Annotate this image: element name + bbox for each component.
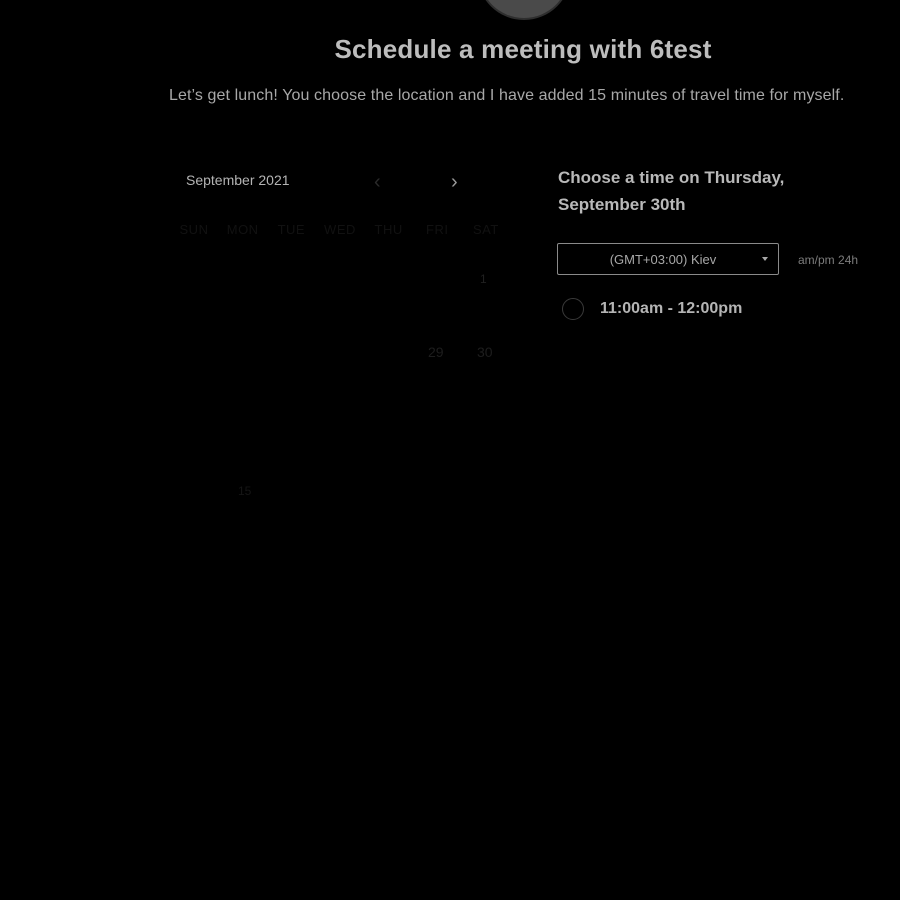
calendar-day[interactable]: 29 <box>428 344 444 360</box>
weekday-label: MON <box>226 222 259 237</box>
time-format-toggle: am/pm 24h <box>798 253 858 267</box>
calendar-day[interactable]: 15 <box>238 484 251 498</box>
format-ampm-option[interactable]: am/pm <box>798 253 835 267</box>
chevron-left-icon[interactable]: ‹ <box>374 172 381 192</box>
weekday-label: SUN <box>179 222 209 237</box>
calendar-month-label: September 2021 <box>186 172 290 188</box>
weekday-label: SAT <box>473 222 499 237</box>
weekday-label: TUE <box>277 222 306 237</box>
page-title: Schedule a meeting with 6test <box>334 34 712 64</box>
time-slot-option[interactable]: 11:00am - 12:00pm <box>562 298 742 320</box>
calendar-day[interactable]: 1 <box>480 272 487 286</box>
timezone-select[interactable]: (GMT+03:00) Kiev <box>557 243 779 275</box>
format-24h-option[interactable]: 24h <box>838 253 858 267</box>
avatar <box>479 0 569 18</box>
page-description: Let’s get lunch! You choose the location… <box>169 87 845 104</box>
chevron-right-icon[interactable]: › <box>451 172 458 192</box>
radio-button[interactable] <box>562 298 584 320</box>
weekday-label: WED <box>324 222 356 237</box>
calendar-day-selected[interactable]: 30 <box>477 344 493 360</box>
weekday-label: FRI <box>426 222 449 237</box>
caret-down-icon <box>762 257 768 261</box>
scheduling-page: Schedule a meeting with 6test Let’s get … <box>0 0 900 900</box>
timezone-value: (GMT+03:00) Kiev <box>609 251 717 267</box>
weekday-label: THU <box>374 222 403 237</box>
calendar-weekday-header: SUN MON TUE WED THU FRI SAT <box>170 222 510 237</box>
choose-time-heading: Choose a time on Thursday, September 30t… <box>558 168 785 214</box>
time-slot-label: 11:00am - 12:00pm <box>600 300 743 317</box>
